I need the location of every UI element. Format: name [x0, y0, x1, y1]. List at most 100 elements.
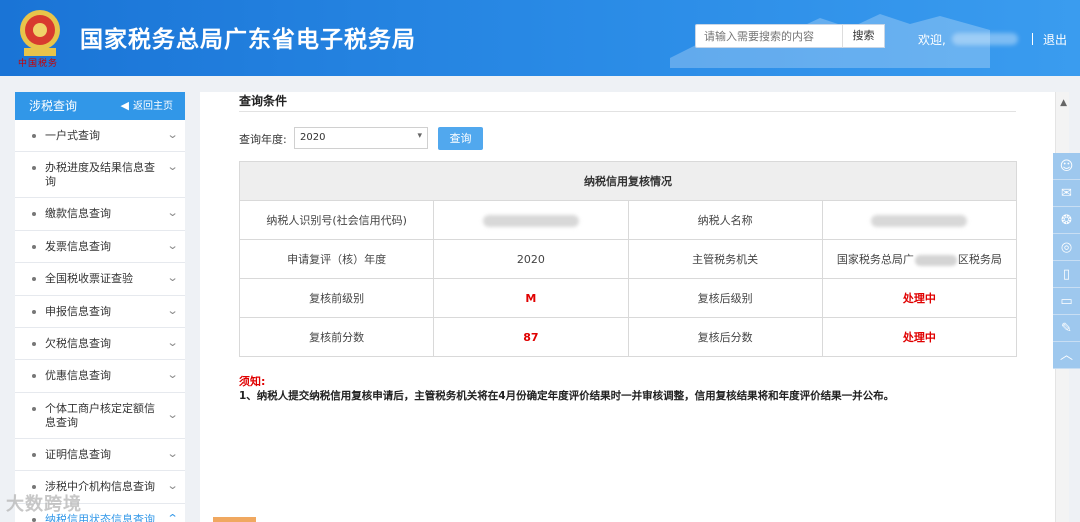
sidebar-item-receipt-verify[interactable]: 全国税收票证查验 ⌄	[15, 263, 185, 296]
sidebar-item-arrears-query[interactable]: 欠税信息查询 ⌄	[15, 328, 185, 361]
bullet-icon	[32, 517, 36, 522]
bullet-icon	[32, 277, 36, 282]
header-divider	[1032, 33, 1033, 45]
bullet-icon	[32, 485, 36, 490]
sidebar: 涉税查询 ◀ 返回主页 一户式查询 ⌄ 办税进度及结果信息查询 ⌄ 缴款信息查询 ⌄ 发…	[15, 92, 185, 522]
bullet-icon	[32, 341, 36, 346]
user-star-icon[interactable]: ☺	[1053, 153, 1080, 180]
year-label: 查询年度:	[239, 133, 287, 146]
chevron-down-icon: ⌄	[166, 479, 179, 493]
tax-authority-suffix: 区税务局	[957, 253, 1002, 266]
sidebar-item-preferential-query[interactable]: 优惠信息查询 ⌄	[15, 360, 185, 393]
bullet-icon	[32, 452, 36, 457]
sidebar-item-invoice-query[interactable]: 发票信息查询 ⌄	[15, 231, 185, 264]
review-year-value: 2020	[433, 239, 629, 279]
back-to-top-icon[interactable]: ︿	[1053, 342, 1080, 369]
review-year-label: 申请复评（核）年度	[238, 239, 435, 279]
bottom-scroll-indicator	[213, 517, 256, 522]
table-caption: 纳税信用复核情况	[239, 161, 1017, 201]
logout-link[interactable]: 退出	[1043, 31, 1067, 48]
sidebar-item-label: 一户式查询	[45, 129, 100, 142]
chevron-down-icon: ⌄	[166, 160, 179, 174]
caret-down-icon: ▾	[417, 131, 422, 141]
sidebar-item-label: 申报信息查询	[45, 304, 111, 318]
level-before-value: M	[433, 278, 629, 318]
score-before-label: 复核前分数	[238, 317, 435, 357]
top-header: 中国税务 国家税务总局广东省电子税务局 搜索 欢迎, 退出	[0, 0, 1080, 76]
taxpayer-name-value	[821, 200, 1018, 240]
score-after-value: 处理中	[821, 317, 1018, 357]
watermark: 大数跨境	[6, 494, 82, 515]
sidebar-item-label: 欠税信息查询	[45, 336, 111, 350]
level-before-label: 复核前级别	[238, 278, 435, 318]
sidebar-item-declaration-query[interactable]: 申报信息查询 ⌄	[15, 296, 185, 328]
sidebar-item-progress-query[interactable]: 办税进度及结果信息查询 ⌄	[15, 152, 185, 199]
chevron-down-icon: ⌄	[166, 446, 179, 460]
sidebar-item-label: 个体工商户核定定额信息查询	[45, 401, 155, 429]
search-button[interactable]: 搜索	[842, 24, 885, 48]
credit-review-table: 纳税信用复核情况 纳税人识别号(社会信用代码) 纳税人名称 申请复评（核）年度 …	[238, 161, 1018, 357]
score-before-value: 87	[433, 317, 629, 357]
table-row: 申请复评（核）年度 2020 主管税务机关 国家税务总局广 区税务局	[238, 239, 1018, 279]
chevron-down-icon: ⌄	[166, 238, 179, 252]
chevron-down-icon: ⌄	[166, 335, 179, 349]
table-row: 复核前级别 M 复核后级别 处理中	[238, 278, 1018, 318]
chevron-down-icon: ⌄	[166, 128, 179, 141]
table-row: 复核前分数 87 复核后分数 处理中	[238, 317, 1018, 357]
bullet-icon	[32, 166, 36, 171]
tax-emblem-icon	[20, 10, 60, 56]
sidebar-item-label: 证明信息查询	[45, 447, 111, 461]
score-after-label: 复核后分数	[627, 317, 823, 357]
scroll-up-icon[interactable]: ▲	[1060, 98, 1067, 108]
username-redacted	[952, 33, 1018, 45]
site-title: 国家税务总局广东省电子税务局	[80, 27, 416, 53]
chevron-down-icon: ⌄	[166, 407, 179, 421]
sidebar-item-certificate-query[interactable]: 证明信息查询 ⌄	[15, 439, 185, 472]
sidebar-item-payment-query[interactable]: 缴款信息查询 ⌄	[15, 198, 185, 231]
back-arrow-icon: ◀	[120, 99, 129, 112]
year-select-value: 2020	[300, 132, 326, 143]
taxpayer-id-value	[433, 200, 629, 240]
search-input[interactable]	[695, 24, 843, 48]
float-toolbar: ☺ ✉ ❂ ◎ ▯ ▭ ✎ ︿	[1053, 153, 1080, 369]
back-home-link[interactable]: ◀ 返回主页	[121, 92, 173, 121]
weibo-icon[interactable]: ◎	[1053, 234, 1080, 261]
sidebar-item-label: 全国税收票证查验	[45, 272, 133, 286]
table-row: 纳税人识别号(社会信用代码) 纳税人名称	[238, 200, 1018, 240]
sidebar-item-individual-quota-query[interactable]: 个体工商户核定定额信息查询 ⌄	[15, 393, 185, 439]
level-after-value: 处理中	[821, 278, 1018, 318]
edit-icon[interactable]: ✎	[1053, 315, 1080, 342]
section-title: 查询条件	[239, 94, 288, 108]
table-caption-row: 纳税信用复核情况	[239, 161, 1017, 201]
tax-authority-prefix: 国家税务总局广	[836, 253, 914, 266]
redacted-value	[914, 254, 957, 266]
notice-text: 1、纳税人提交纳税信用复核申请后，主管税务机关将在4月份确定年度评价结果时一并审…	[239, 390, 895, 402]
chevron-down-icon: ⌄	[166, 271, 179, 285]
bullet-icon	[32, 309, 36, 314]
redacted-value	[482, 214, 579, 227]
notice-title: 须知:	[239, 375, 266, 388]
taxpayer-name-label: 纳税人名称	[627, 200, 823, 240]
emblem-caption: 中国税务	[18, 59, 59, 69]
chevron-down-icon: ⌄	[166, 303, 179, 317]
wechat-icon[interactable]: ❂	[1053, 207, 1080, 234]
welcome-text: 欢迎,	[918, 33, 946, 47]
tablet-icon[interactable]: ▭	[1053, 288, 1080, 315]
chat-icon[interactable]: ✉	[1053, 180, 1080, 207]
sidebar-item-label: 缴款信息查询	[45, 207, 111, 221]
sidebar-item-label: 办税进度及结果信息查询	[45, 161, 155, 189]
chevron-down-icon: ⌄	[166, 368, 179, 382]
section-divider	[239, 111, 1016, 112]
tax-authority-label: 主管税务机关	[627, 239, 823, 279]
query-button[interactable]: 查询	[438, 127, 483, 150]
back-home-label: 返回主页	[133, 101, 173, 112]
bullet-icon	[32, 244, 36, 249]
year-select[interactable]: 2020 ▾	[294, 127, 428, 149]
taxpayer-id-label: 纳税人识别号(社会信用代码)	[238, 200, 435, 240]
redacted-value	[871, 214, 968, 227]
bullet-icon	[32, 134, 36, 138]
sidebar-item-household-query[interactable]: 一户式查询 ⌄	[15, 120, 185, 153]
sidebar-title: 涉税查询	[29, 99, 78, 113]
bullet-icon	[32, 374, 36, 379]
mobile-icon[interactable]: ▯	[1053, 261, 1080, 288]
